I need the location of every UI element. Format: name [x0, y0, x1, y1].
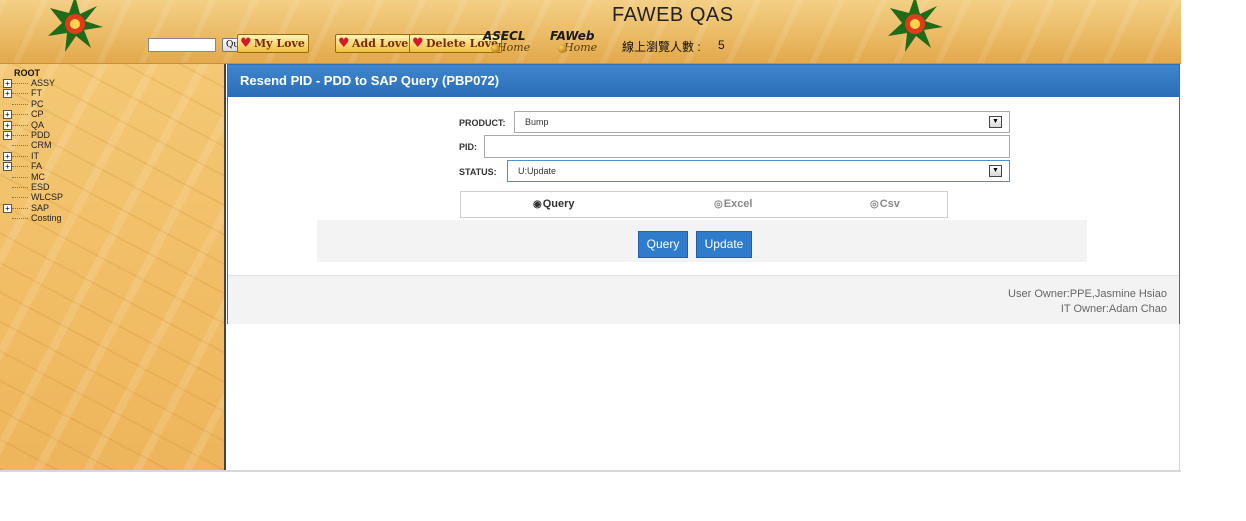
tree-connector	[12, 114, 28, 116]
sidebar-item-crm[interactable]: CRM	[0, 140, 120, 150]
top-search-input[interactable]	[148, 38, 216, 52]
online-viewers-count: 5	[718, 38, 725, 52]
product-label: PRODUCT:	[459, 118, 506, 128]
site-title: FAWEB QAS	[612, 4, 734, 26]
panel-title: Resend PID - PDD to SAP Query (PBP072)	[228, 65, 1179, 97]
user-owner-text: User Owner:PPE,Jasmine Hsiao	[1008, 288, 1167, 300]
heart-icon: ♥	[412, 36, 424, 51]
expand-plus-icon[interactable]: +	[3, 203, 12, 213]
expand-plus-icon[interactable]: +	[3, 151, 12, 161]
content-frame	[227, 324, 1180, 470]
sidebar-item-label: PC	[31, 98, 44, 109]
pid-label: PID:	[459, 142, 477, 152]
sidebar-item-label: ESD	[31, 182, 50, 192]
radio-icon: ◎	[714, 199, 723, 210]
sidebar-item-label: IT	[31, 150, 39, 161]
my-love-label: My Love	[254, 37, 305, 50]
radio-csv-label: Csv	[879, 198, 900, 210]
sidebar-item-label: Costing	[31, 213, 62, 224]
add-love-button[interactable]: ♥ Add Love	[335, 34, 413, 53]
update-button[interactable]: Update	[696, 231, 752, 258]
query-panel: Resend PID - PDD to SAP Query (PBP072) P…	[227, 64, 1180, 324]
expand-plus-icon[interactable]: +	[3, 79, 12, 88]
sidebar-item-cp[interactable]: + CP	[0, 109, 120, 120]
sidebar-item-wlcsp[interactable]: WLCSP	[0, 192, 120, 202]
sidebar-item-costing[interactable]: Costing	[0, 213, 120, 223]
tree-connector	[12, 166, 28, 168]
sidebar-item-mc[interactable]: MC	[0, 172, 120, 182]
tree-connector	[12, 135, 28, 136]
sidebar-item-assy[interactable]: + ASSY	[0, 78, 120, 88]
radio-query[interactable]: ◉Query	[533, 198, 575, 210]
sidebar-tree: ROOT + ASSY + FT PC + CP + QA + PDD CRM + IT + FA MC ESD W…	[0, 64, 226, 470]
product-value: Bump	[525, 117, 549, 127]
expand-plus-icon[interactable]: +	[3, 110, 12, 120]
output-format-group: ◉Query ◎Excel ◎Csv	[460, 191, 948, 218]
sidebar-item-pc[interactable]: PC	[0, 99, 120, 109]
sidebar-item-label: FT	[31, 88, 42, 99]
radio-excel[interactable]: ◎Excel	[714, 198, 752, 210]
globe-icon	[491, 44, 500, 53]
tree-connector	[12, 218, 28, 220]
tree-connector	[12, 197, 28, 199]
sidebar-item-label: ASSY	[31, 78, 56, 88]
pid-input[interactable]	[484, 135, 1010, 158]
expand-plus-icon[interactable]: +	[3, 120, 12, 130]
radio-csv[interactable]: ◎Csv	[870, 198, 900, 210]
sidebar-item-label: FA	[31, 161, 43, 172]
expand-plus-icon[interactable]: +	[3, 89, 12, 99]
status-select[interactable]: U:Update ▼	[507, 160, 1010, 182]
globe-icon	[558, 44, 567, 53]
tree-root[interactable]: ROOT	[14, 68, 40, 78]
flower-star-logo-left	[48, 0, 103, 52]
tree-connector	[12, 207, 28, 209]
chevron-down-icon: ▼	[989, 116, 1002, 128]
tree-connector	[12, 145, 28, 147]
sidebar-item-qa[interactable]: + QA	[0, 120, 120, 130]
tree-connector	[12, 155, 28, 157]
tree-connector	[12, 103, 28, 105]
tree-connector	[12, 93, 28, 95]
chevron-down-icon: ▼	[989, 165, 1002, 177]
asecl-home-link[interactable]: ASECL Home	[483, 30, 530, 53]
tree-connector	[12, 124, 28, 126]
online-viewers-label: 線上瀏覽人數 :	[622, 40, 701, 54]
it-owner-text: IT Owner:Adam Chao	[1060, 303, 1167, 315]
expand-plus-icon[interactable]: +	[3, 131, 12, 140]
sidebar-item-esd[interactable]: ESD	[0, 182, 120, 192]
sidebar-item-label: PDD	[31, 130, 51, 140]
sidebar-item-label: QA	[31, 119, 45, 130]
product-select[interactable]: Bump ▼	[514, 111, 1010, 133]
owner-footer: User Owner:PPE,Jasmine Hsiao IT Owner:Ad…	[228, 275, 1179, 324]
sidebar-item-label: CRM	[31, 140, 52, 151]
flower-star-logo-right	[888, 0, 943, 52]
faweb-home-link[interactable]: FAWeb Home	[550, 30, 597, 53]
sidebar-item-sap[interactable]: + SAP	[0, 203, 120, 213]
heart-icon: ♥	[338, 36, 350, 51]
radio-excel-label: Excel	[723, 198, 753, 210]
radio-icon: ◉	[533, 199, 542, 210]
my-love-button[interactable]: ♥ My Love	[237, 34, 309, 53]
query-button[interactable]: Query	[638, 231, 688, 258]
radio-icon: ◎	[870, 199, 879, 210]
sidebar-item-label: SAP	[31, 202, 50, 213]
tree-connector	[12, 83, 28, 84]
tree-connector	[12, 187, 28, 188]
banner: FAWEB QAS Query ♥ My Love ♥ Add Love ♥ D…	[0, 0, 1181, 64]
radio-query-label: Query	[542, 198, 575, 210]
status-label: STATUS:	[459, 167, 497, 177]
sidebar-item-pdd[interactable]: + PDD	[0, 130, 120, 140]
sidebar-item-it[interactable]: + IT	[0, 151, 120, 161]
tree-connector	[12, 176, 28, 178]
sidebar-item-fa[interactable]: + FA	[0, 161, 120, 172]
add-love-label: Add Love	[352, 37, 409, 50]
sidebar-item-label: WLCSP	[31, 192, 64, 203]
sidebar-item-ft[interactable]: + FT	[0, 88, 120, 99]
sidebar-item-label: CP	[31, 109, 44, 120]
expand-plus-icon[interactable]: +	[3, 162, 12, 172]
heart-icon: ♥	[240, 36, 252, 51]
status-value: U:Update	[518, 166, 557, 176]
bottom-divider	[0, 470, 1181, 472]
sidebar-item-label: MC	[31, 171, 45, 182]
